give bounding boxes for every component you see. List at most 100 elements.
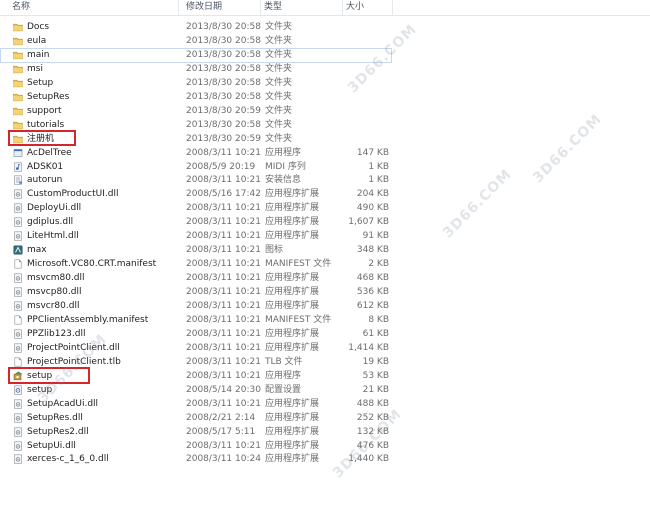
file-name-cell[interactable]: eula: [10, 34, 182, 48]
file-icon: [13, 315, 23, 325]
file-name-cell[interactable]: PPClientAssembly.manifest: [10, 313, 182, 327]
file-name-cell[interactable]: DeployUi.dll: [10, 201, 182, 215]
file-type: MANIFEST 文件: [265, 259, 332, 270]
file-row[interactable]: SetupRes.dll 2008/2/21 2:14 应用程序扩展 252 KB: [0, 411, 650, 425]
file-row[interactable]: AcDelTree 2008/3/11 10:21 应用程序 147 KB: [0, 146, 650, 160]
file-row[interactable]: PPZlib123.dll 2008/3/11 10:21 应用程序扩展 61 KB: [0, 327, 650, 341]
file-row[interactable]: setup 2008/3/11 10:21 应用程序 53 KB: [0, 369, 650, 383]
file-name-cell[interactable]: xerces-c_1_6_0.dll: [10, 452, 182, 466]
file-name-cell[interactable]: ProjectPointClient.dll: [10, 341, 182, 355]
file-name-cell[interactable]: msvcm80.dll: [10, 271, 182, 285]
file-name-cell[interactable]: PPZlib123.dll: [10, 327, 182, 341]
file-type: 文件夹: [265, 63, 293, 74]
dll-icon: [13, 399, 23, 409]
file-name: msvcp80.dll: [27, 287, 82, 298]
file-type: 文件夹: [265, 35, 293, 46]
file-row[interactable]: eula 2013/8/30 20:58 文件夹: [0, 34, 650, 48]
file-row[interactable]: SetupAcadUi.dll 2008/3/11 10:21 应用程序扩展 488 …: [0, 397, 650, 411]
file-type: 应用程序扩展: [265, 342, 320, 353]
file-name-cell[interactable]: Setup: [10, 76, 182, 90]
file-row[interactable]: autorun 2008/3/11 10:21 安装信息 1 KB: [0, 173, 650, 187]
file-row[interactable]: setup 2008/5/14 20:30 配置设置 21 KB: [0, 383, 650, 397]
file-row[interactable]: 注册机 2013/8/30 20:59 文件夹: [0, 132, 650, 146]
file-row[interactable]: ProjectPointClient.dll 2008/3/11 10:21 应用程…: [0, 341, 650, 355]
file-date: 2008/3/11 10:21: [186, 370, 261, 381]
column-header-size[interactable]: 大小: [343, 0, 393, 15]
file-name-cell[interactable]: SetupRes.dll: [10, 411, 182, 425]
file-name-cell[interactable]: SetupRes: [10, 90, 182, 104]
file-date: 2013/8/30 20:58: [186, 63, 261, 74]
file-row[interactable]: msvcm80.dll 2008/3/11 10:21 应用程序扩展 468 KB: [0, 271, 650, 285]
column-header-type[interactable]: 类型: [261, 0, 343, 15]
file-name-cell[interactable]: autorun: [10, 173, 182, 187]
file-row[interactable]: msvcr80.dll 2008/3/11 10:21 应用程序扩展 612 KB: [0, 299, 650, 313]
file-row[interactable]: support 2013/8/30 20:59 文件夹: [0, 104, 650, 118]
file-row[interactable]: main 2013/8/30 20:58 文件夹: [0, 47, 650, 63]
file-type: MIDI 序列: [265, 161, 306, 172]
file-name-cell[interactable]: gdiplus.dll: [10, 215, 182, 229]
file-name-cell[interactable]: main: [10, 48, 182, 62]
file-name-cell[interactable]: LiteHtml.dll: [10, 229, 182, 243]
column-header-name[interactable]: 名称: [9, 0, 179, 15]
file-row[interactable]: SetupRes 2013/8/30 20:58 文件夹: [0, 90, 650, 104]
file-name-cell[interactable]: msvcp80.dll: [10, 285, 182, 299]
file-row[interactable]: msi 2013/8/30 20:58 文件夹: [0, 62, 650, 76]
file-row[interactable]: LiteHtml.dll 2008/3/11 10:21 应用程序扩展 91 KB: [0, 229, 650, 243]
file-date: 2013/8/30 20:58: [186, 77, 261, 88]
file-name-cell[interactable]: SetupUi.dll: [10, 439, 182, 453]
file-name: ProjectPointClient.dll: [27, 342, 120, 353]
file-name-cell[interactable]: AcDelTree: [10, 146, 182, 160]
file-row[interactable]: PPClientAssembly.manifest 2008/3/11 10:21…: [0, 313, 650, 327]
file-row[interactable]: CustomProductUI.dll 2008/5/16 17:42 应用程序扩展…: [0, 187, 650, 201]
file-row[interactable]: Setup 2013/8/30 20:58 文件夹: [0, 76, 650, 90]
file-type: 文件夹: [265, 22, 293, 32]
file-name-cell[interactable]: support: [10, 104, 182, 118]
file-row[interactable]: max 2008/3/11 10:21 图标 348 KB: [0, 243, 650, 257]
file-name: msvcr80.dll: [27, 301, 80, 311]
file-size: 1,414 KB: [348, 342, 389, 353]
column-header-bar: 名称 修改日期 类型 大小: [0, 0, 650, 16]
file-name-cell[interactable]: msvcr80.dll: [10, 299, 182, 313]
file-row[interactable]: ADSK01 2008/5/9 20:19 MIDI 序列 1 KB: [0, 160, 650, 174]
file-date: 2008/3/11 10:21: [186, 314, 261, 325]
file-row[interactable]: ProjectPointClient.tlb 2008/3/11 10:21 TLB…: [0, 355, 650, 369]
column-header-date[interactable]: 修改日期: [183, 0, 261, 15]
file-name-cell[interactable]: CustomProductUI.dll: [10, 187, 182, 201]
file-name-cell[interactable]: SetupAcadUi.dll: [10, 397, 182, 411]
file-size: 204 KB: [356, 189, 389, 200]
file-date: 2013/8/30 20:58: [186, 35, 261, 46]
file-type: 应用程序扩展: [265, 412, 320, 423]
file-row[interactable]: SetupRes2.dll 2008/5/17 5:11 应用程序扩展 132 KB: [0, 425, 650, 439]
file-date: 2008/3/11 10:21: [186, 217, 261, 228]
file-row[interactable]: Docs 2013/8/30 20:58 文件夹: [0, 20, 650, 34]
file-size: 612 KB: [356, 301, 389, 311]
file-name-cell[interactable]: SetupRes2.dll: [10, 425, 182, 439]
file-row[interactable]: Microsoft.VC80.CRT.manifest 2008/3/11 10:…: [0, 257, 650, 271]
file-size: 490 KB: [356, 203, 389, 214]
setup-info-icon: [13, 175, 23, 186]
file-name-cell[interactable]: setup: [10, 383, 182, 397]
file-date: 2008/3/11 10:24: [186, 454, 261, 465]
file-size: 1 KB: [368, 161, 389, 172]
file-name: xerces-c_1_6_0.dll: [27, 454, 109, 465]
highlight-box-setup-exe: [8, 367, 90, 384]
file-type: 应用程序扩展: [265, 189, 320, 200]
folder-icon: [13, 50, 23, 60]
file-size: 132 KB: [356, 426, 389, 437]
file-icon: [13, 259, 23, 269]
file-name-cell[interactable]: ADSK01: [10, 160, 182, 174]
file-name: CustomProductUI.dll: [27, 189, 119, 200]
file-row[interactable]: tutorials 2013/8/30 20:58 文件夹: [0, 118, 650, 132]
dll-icon: [13, 301, 23, 311]
file-row[interactable]: DeployUi.dll 2008/3/11 10:21 应用程序扩展 490 KB: [0, 201, 650, 215]
file-row[interactable]: xerces-c_1_6_0.dll 2008/3/11 10:24 应用程序扩展 1…: [0, 452, 650, 466]
file-name-cell[interactable]: max: [10, 243, 182, 257]
file-name-cell[interactable]: msi: [10, 62, 182, 76]
file-type: 应用程序扩展: [265, 231, 320, 242]
file-row[interactable]: gdiplus.dll 2008/3/11 10:21 应用程序扩展 1,607 KB: [0, 215, 650, 229]
file-name-cell[interactable]: Docs: [10, 20, 182, 34]
file-row[interactable]: SetupUi.dll 2008/3/11 10:21 应用程序扩展 476 KB: [0, 439, 650, 453]
file-size: 147 KB: [356, 147, 389, 158]
file-row[interactable]: msvcp80.dll 2008/3/11 10:21 应用程序扩展 536 KB: [0, 285, 650, 299]
file-name-cell[interactable]: Microsoft.VC80.CRT.manifest: [10, 257, 182, 271]
